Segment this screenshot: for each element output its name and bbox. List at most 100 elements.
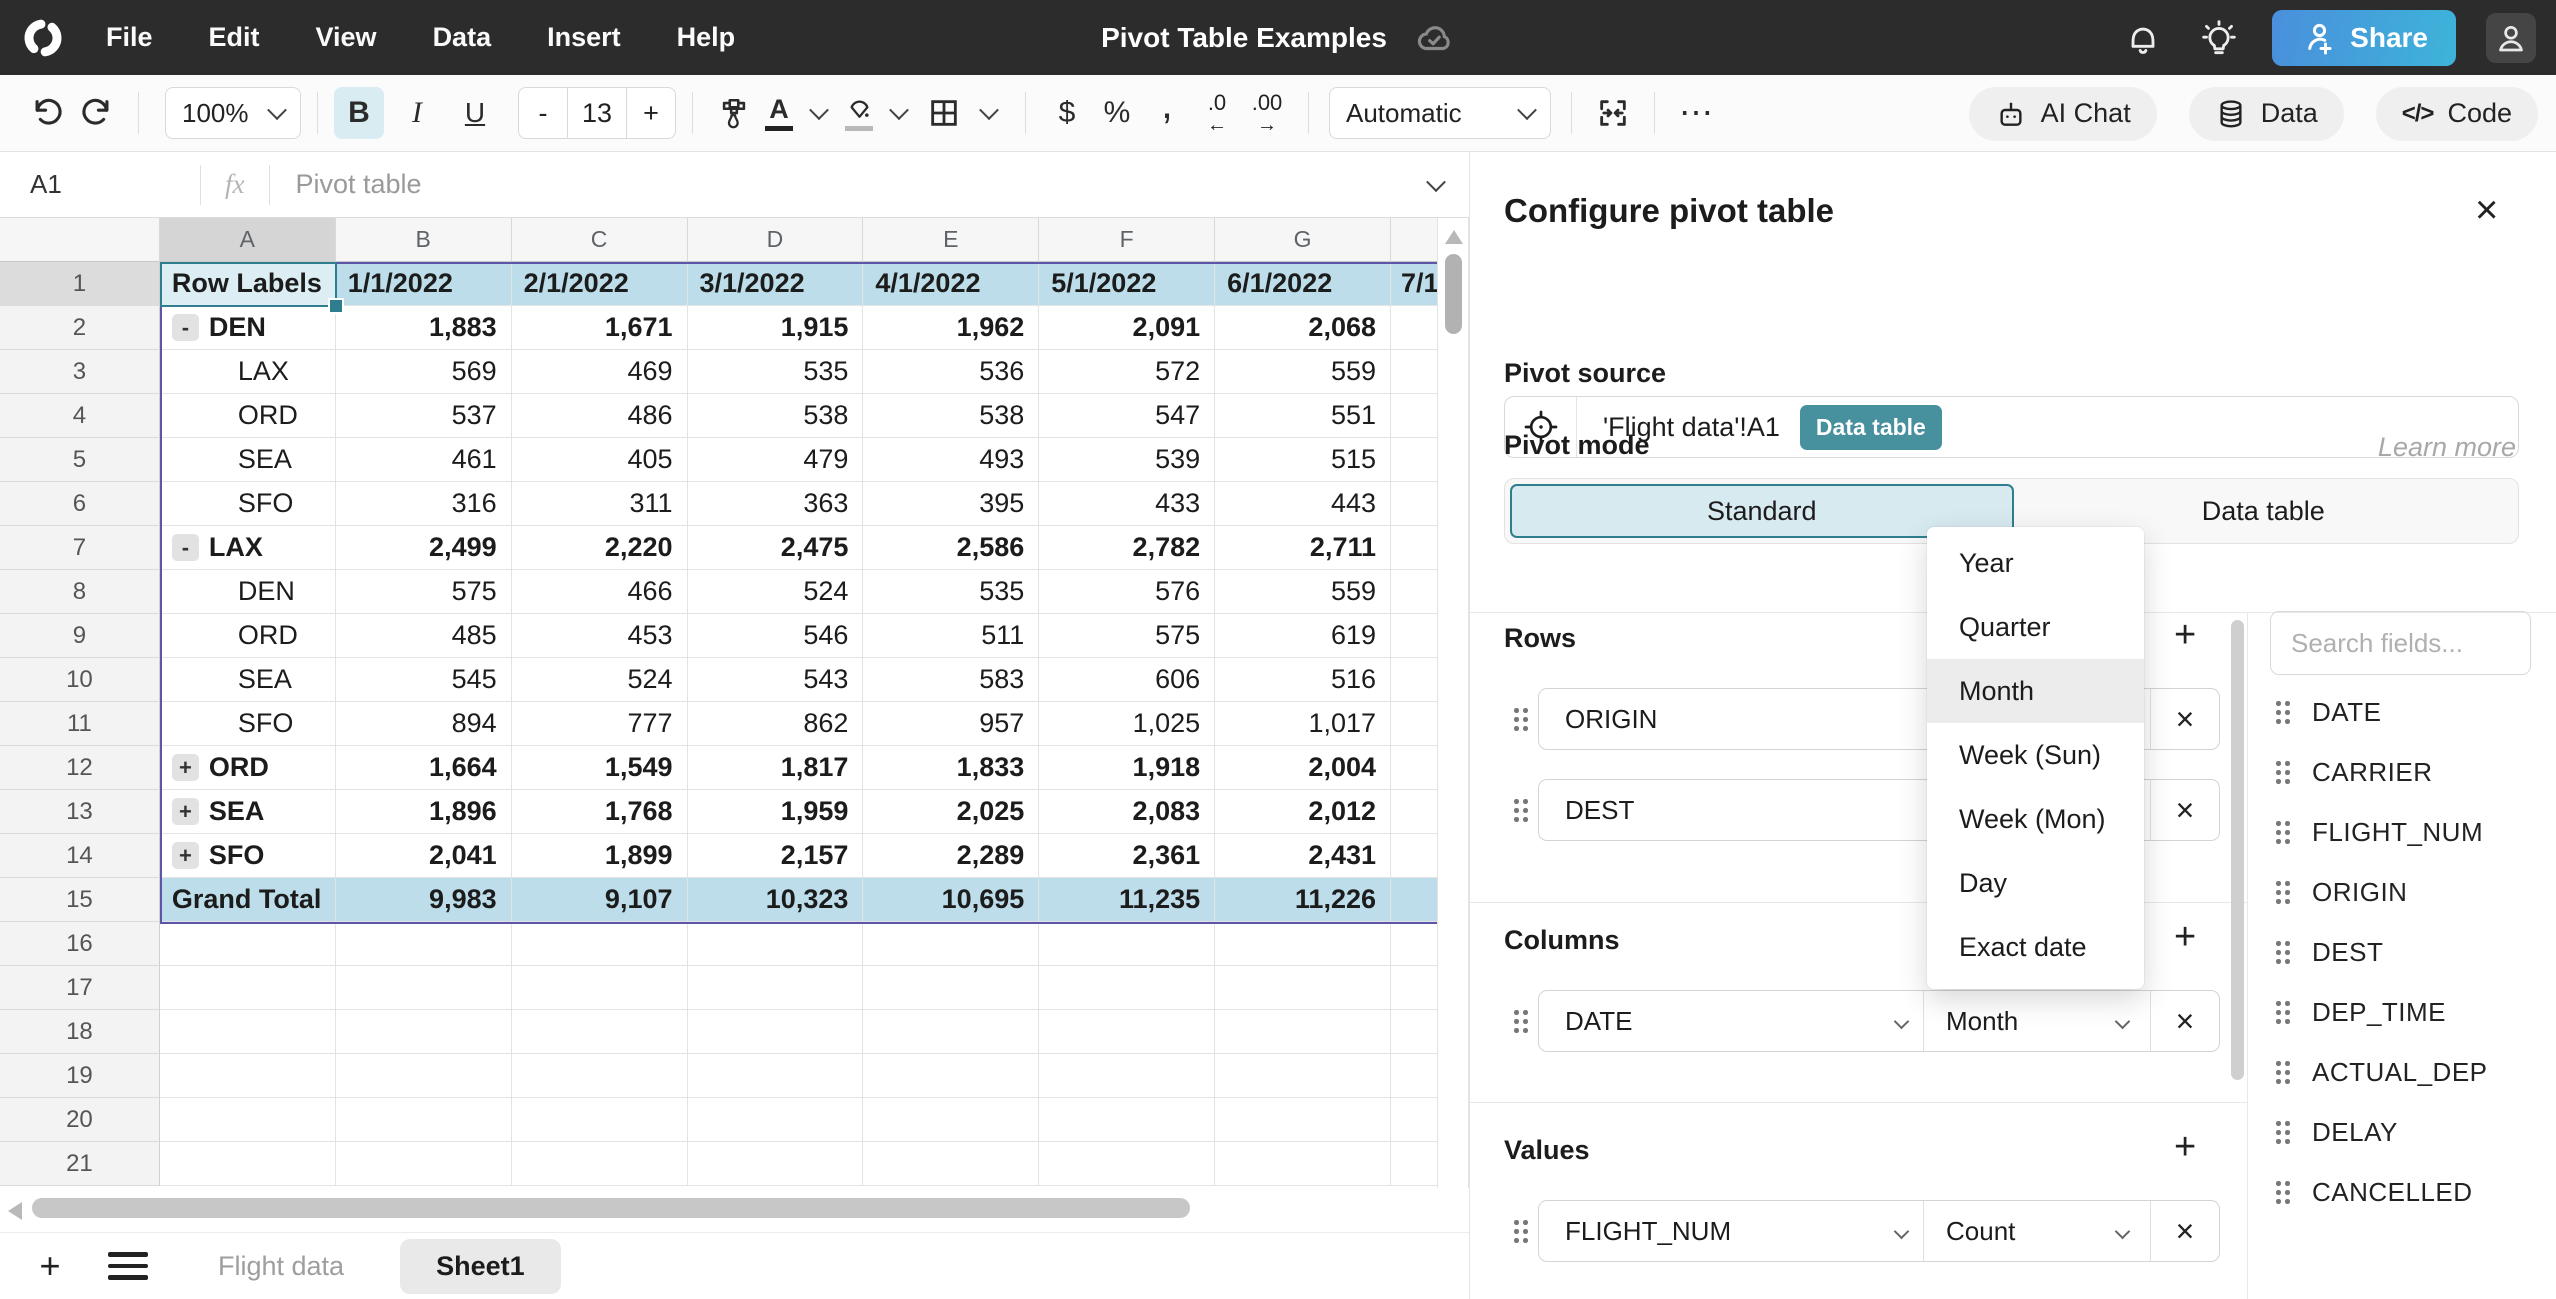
cell-value[interactable]: 545	[336, 658, 512, 702]
cell-date-header[interactable]: 1/1/2022	[336, 262, 512, 306]
cell-empty[interactable]	[160, 966, 336, 1010]
cell-empty[interactable]	[336, 922, 512, 966]
cell-value[interactable]: 575	[1039, 614, 1215, 658]
cell-empty[interactable]	[512, 1010, 688, 1054]
cell-value[interactable]: 606	[1039, 658, 1215, 702]
cell-date-header[interactable]: 2/1/2022	[512, 262, 688, 306]
formula-input[interactable]: Pivot table	[296, 169, 1430, 200]
cell-value-partial[interactable]	[1391, 570, 1437, 614]
cell-value[interactable]: 11,226	[1215, 878, 1391, 922]
cell-value[interactable]: 1,664	[336, 746, 512, 790]
drag-handle-icon[interactable]	[1514, 708, 1528, 730]
row-header-21[interactable]: 21	[0, 1142, 160, 1186]
remove-field-button[interactable]: ×	[2150, 1201, 2219, 1261]
paint-format-button[interactable]	[709, 87, 759, 139]
cell-value[interactable]: 469	[512, 350, 688, 394]
cell-value-partial[interactable]	[1391, 394, 1437, 438]
cell-empty[interactable]	[863, 1142, 1039, 1186]
cell-empty[interactable]	[512, 1142, 688, 1186]
cell-value[interactable]: 2,431	[1215, 834, 1391, 878]
add-value-field-button[interactable]: +	[2174, 1126, 2196, 1169]
data-panel-button[interactable]: Data	[2189, 87, 2344, 141]
cell-value-partial[interactable]	[1391, 790, 1437, 834]
cell-empty[interactable]	[1039, 1142, 1215, 1186]
cell-empty[interactable]	[1391, 1010, 1437, 1054]
column-header-partial[interactable]	[1391, 218, 1437, 262]
cell-value-partial[interactable]	[1391, 350, 1437, 394]
cell-value[interactable]: 524	[512, 658, 688, 702]
expand-group-button[interactable]: +	[172, 842, 199, 869]
italic-button[interactable]: I	[392, 87, 442, 139]
cell-value[interactable]: 524	[688, 570, 864, 614]
columns-field-name[interactable]: DATE	[1539, 1006, 1923, 1037]
row-header-15[interactable]: 15	[0, 878, 160, 922]
cell-reference-box[interactable]: A1	[30, 169, 200, 200]
dropdown-option-year[interactable]: Year	[1927, 531, 2144, 595]
cell-value[interactable]: 485	[336, 614, 512, 658]
cell-value-partial[interactable]	[1391, 614, 1437, 658]
remove-field-button[interactable]: ×	[2150, 689, 2219, 749]
cell-value[interactable]: 395	[863, 482, 1039, 526]
drag-handle-icon[interactable]	[1514, 1220, 1528, 1242]
sheet-tab-sheet1[interactable]: Sheet1	[400, 1239, 561, 1294]
horizontal-scrollbar-thumb[interactable]	[32, 1198, 1190, 1218]
cell-value[interactable]: 1,017	[1215, 702, 1391, 746]
increase-decimal-button[interactable]: .00 →	[1242, 87, 1292, 139]
code-panel-button[interactable]: </> Code	[2376, 87, 2538, 141]
cell-a1-row-labels[interactable]: Row Labels	[160, 262, 336, 306]
cell-value[interactable]: 575	[336, 570, 512, 614]
cell-empty[interactable]	[1391, 1054, 1437, 1098]
row-header-3[interactable]: 3	[0, 350, 160, 394]
cell-empty[interactable]	[336, 1142, 512, 1186]
cell-empty[interactable]	[688, 1054, 864, 1098]
cell-value[interactable]: 2,004	[1215, 746, 1391, 790]
column-header-C[interactable]: C	[512, 218, 688, 262]
formula-bar-expand-icon[interactable]	[1426, 172, 1446, 192]
cell-value[interactable]: 363	[688, 482, 864, 526]
select-all-corner[interactable]	[0, 218, 160, 262]
cell-empty[interactable]	[1391, 922, 1437, 966]
add-row-field-button[interactable]: +	[2174, 614, 2196, 657]
cell-empty[interactable]	[688, 1142, 864, 1186]
pivot-source-box[interactable]: 'Flight data'!A1 Data table	[1504, 396, 2519, 458]
menu-item-data[interactable]: Data	[433, 22, 492, 53]
cell-value-partial[interactable]	[1391, 878, 1437, 922]
cell-value[interactable]: 535	[688, 350, 864, 394]
share-button[interactable]: Share	[2272, 10, 2456, 66]
cell-value[interactable]: 515	[1215, 438, 1391, 482]
cell-value[interactable]: 1,817	[688, 746, 864, 790]
cell-value[interactable]: 539	[1039, 438, 1215, 482]
cell-value[interactable]: 511	[863, 614, 1039, 658]
cell-value[interactable]: 9,983	[336, 878, 512, 922]
dropdown-option-month[interactable]: Month	[1927, 659, 2144, 723]
remove-field-button[interactable]: ×	[2150, 991, 2219, 1051]
cell-empty[interactable]	[863, 1010, 1039, 1054]
cell-value-partial[interactable]	[1391, 482, 1437, 526]
notifications-bell-icon[interactable]	[2120, 15, 2166, 61]
cell-empty[interactable]	[1039, 922, 1215, 966]
horizontal-scrollbar[interactable]	[0, 1194, 1437, 1226]
font-size-increase-button[interactable]: +	[627, 88, 675, 138]
cell-value[interactable]: 777	[512, 702, 688, 746]
ai-chat-button[interactable]: AI Chat	[1969, 87, 2157, 141]
field-list-item-actual_dep[interactable]: ACTUAL_DEP	[2276, 1057, 2488, 1087]
field-list-item-origin[interactable]: ORIGIN	[2276, 877, 2407, 907]
row-header-19[interactable]: 19	[0, 1054, 160, 1098]
cell-value[interactable]: 583	[863, 658, 1039, 702]
cell-empty[interactable]	[863, 1054, 1039, 1098]
row-header-16[interactable]: 16	[0, 922, 160, 966]
cell-empty[interactable]	[1391, 966, 1437, 1010]
row-header-4[interactable]: 4	[0, 394, 160, 438]
cell-value[interactable]: 1,671	[512, 306, 688, 350]
fill-handle[interactable]	[328, 298, 344, 314]
row-header-14[interactable]: 14	[0, 834, 160, 878]
dropdown-option-day[interactable]: Day	[1927, 851, 2144, 915]
cell-value[interactable]: 576	[1039, 570, 1215, 614]
cell-empty[interactable]	[512, 966, 688, 1010]
cell-row-label[interactable]: -LAX	[160, 526, 336, 570]
sheet-list-menu-icon[interactable]	[108, 1252, 148, 1280]
cell-value[interactable]: 311	[512, 482, 688, 526]
row-header-18[interactable]: 18	[0, 1010, 160, 1054]
column-header-D[interactable]: D	[688, 218, 864, 262]
field-list-item-date[interactable]: DATE	[2276, 697, 2381, 727]
